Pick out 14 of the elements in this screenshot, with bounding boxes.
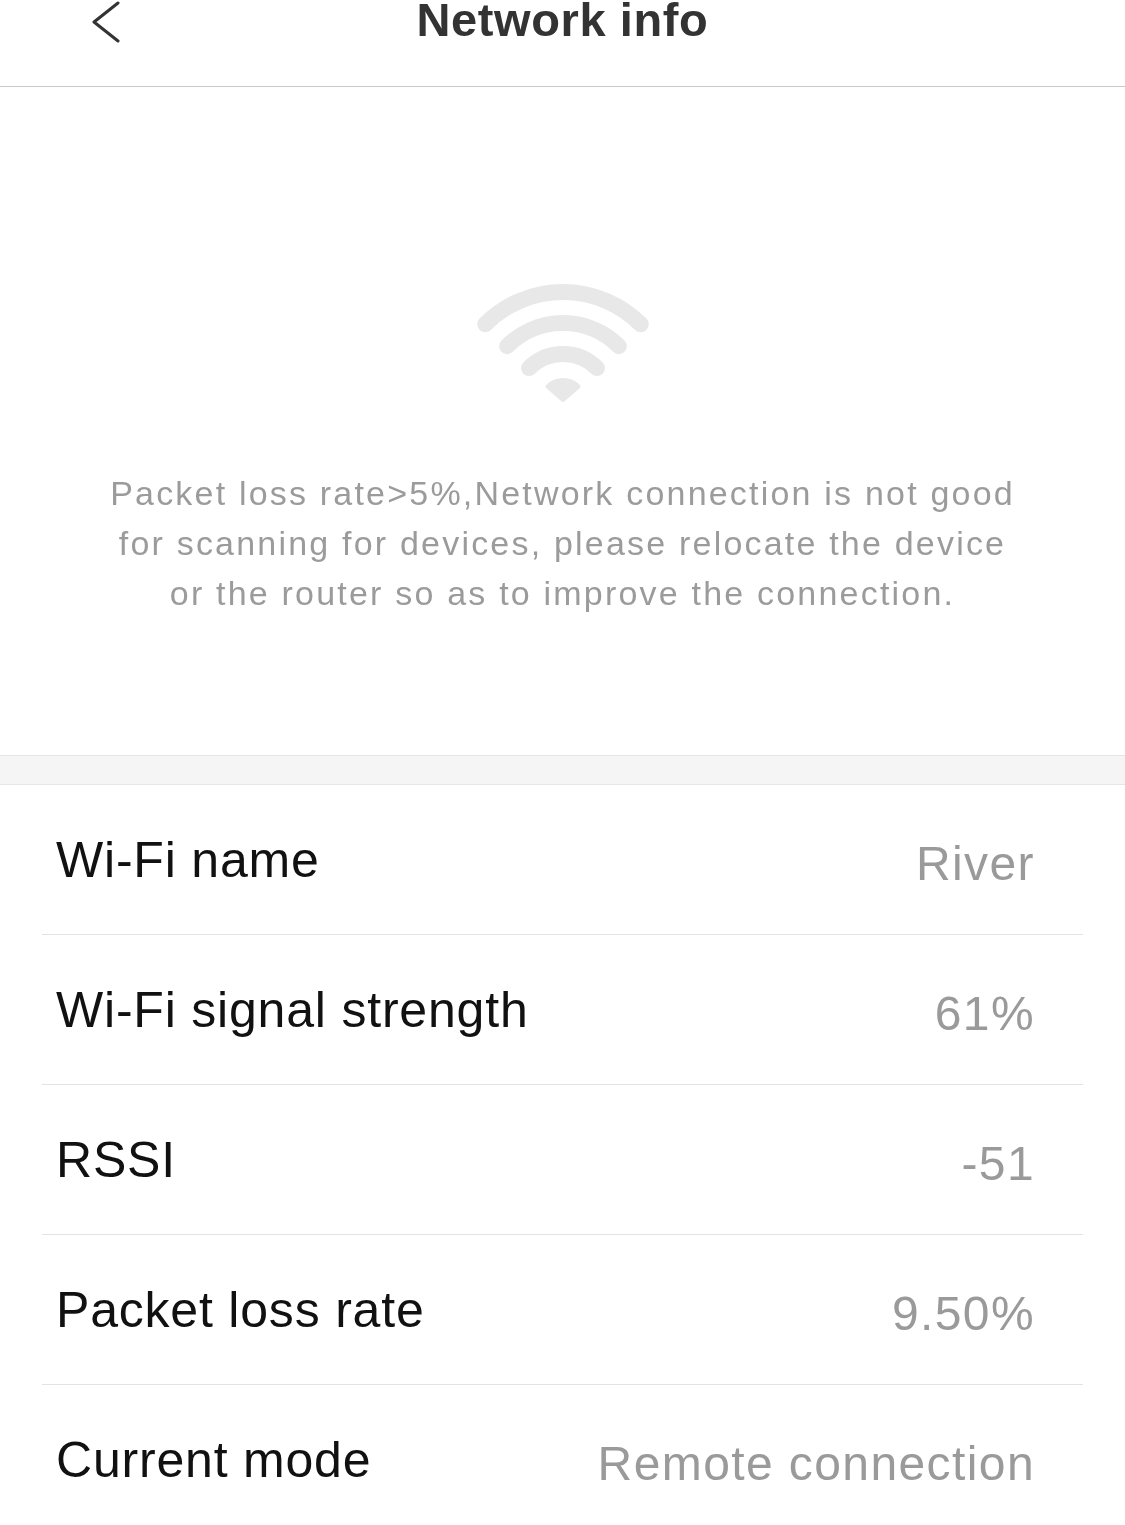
info-label: Current mode — [56, 1431, 372, 1489]
info-value: River — [916, 835, 1035, 892]
info-value: 9.50% — [891, 1285, 1035, 1342]
page-title: Network info — [416, 0, 709, 44]
info-label: Wi-Fi signal strength — [56, 980, 529, 1039]
wifi-icon — [476, 283, 649, 404]
info-value: -51 — [961, 1135, 1035, 1192]
info-label: RSSI — [56, 1130, 176, 1189]
info-value: Remote connection — [597, 1436, 1035, 1492]
network-warning-message: Packet loss rate>5%,Network connection is not good for scanning for devices, please relocate the device or the router so as to improve the connection. — [109, 473, 1016, 614]
back-icon[interactable] — [91, 1, 121, 43]
info-label: Packet loss rate — [56, 1280, 425, 1339]
info-label: Wi-Fi name — [56, 830, 320, 889]
info-value: 61% — [934, 985, 1035, 1042]
